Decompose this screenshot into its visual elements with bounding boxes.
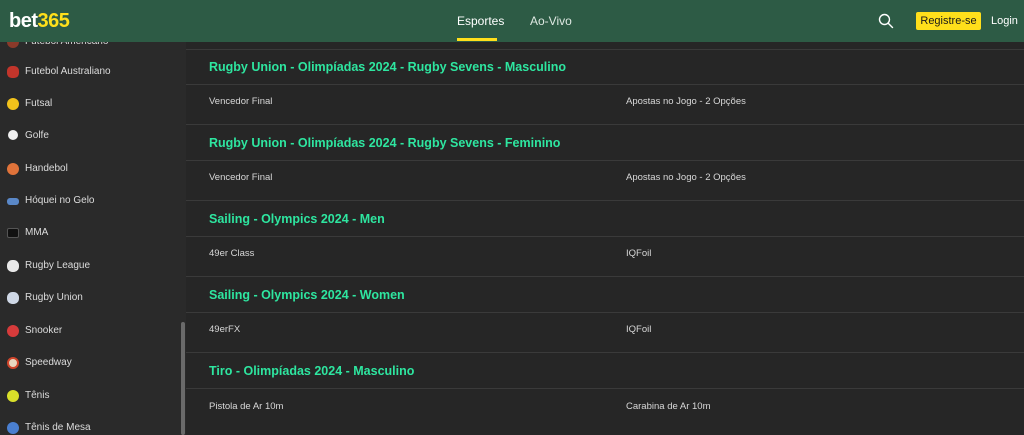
- speedway-helmet-icon: [7, 357, 19, 369]
- snooker-icon: [7, 325, 19, 337]
- sidebar-item-rugby-league[interactable]: Rugby League: [0, 250, 178, 282]
- market-link[interactable]: Apostas no Jogo - 2 Opções: [626, 172, 746, 183]
- sidebar-item-golfe[interactable]: Golfe: [0, 120, 178, 152]
- divider: [186, 352, 1024, 353]
- divider: [186, 276, 1024, 277]
- register-button[interactable]: Registre-se: [916, 12, 981, 30]
- golf-icon: [8, 130, 18, 140]
- competition-title[interactable]: Rugby Union - Olimpíadas 2024 - Rugby Se…: [209, 136, 560, 150]
- divider: [186, 388, 1024, 389]
- sidebar-scrollbar-thumb[interactable]: [181, 322, 185, 435]
- divider: [186, 312, 1024, 313]
- market-link[interactable]: 49er Class: [209, 248, 254, 259]
- top-bar: bet365 Esportes Ao-Vivo Registre-se Logi…: [0, 0, 1024, 42]
- sidebar-item-snooker[interactable]: Snooker: [0, 315, 178, 347]
- market-link[interactable]: Carabina de Ar 10m: [626, 401, 711, 412]
- divider: [186, 124, 1024, 125]
- logo-text-365: 365: [37, 10, 70, 32]
- sidebar-item-futsal[interactable]: Futsal: [0, 88, 178, 120]
- market-link[interactable]: Pistola de Ar 10m: [209, 401, 283, 412]
- sidebar-item-rugby-union[interactable]: Rugby Union: [0, 282, 178, 314]
- american-football-icon: [7, 42, 19, 48]
- rugby-union-ball-icon: [7, 292, 19, 304]
- tab-esportes[interactable]: Esportes: [457, 0, 504, 42]
- sidebar-item-label: Tênis de Mesa: [25, 422, 91, 433]
- divider: [186, 49, 1024, 50]
- sidebar-item-label: Hóquei no Gelo: [25, 195, 95, 206]
- divider: [186, 160, 1024, 161]
- competition-title[interactable]: Sailing - Olympics 2024 - Women: [209, 288, 405, 302]
- active-tab-underline: [457, 38, 497, 41]
- sidebar-item-tenis[interactable]: Tênis: [0, 380, 178, 412]
- market-link[interactable]: Vencedor Final: [209, 96, 272, 107]
- sidebar-item-speedway[interactable]: Speedway: [0, 347, 178, 379]
- sidebar-item-label: Rugby Union: [25, 292, 83, 303]
- competition-title[interactable]: Tiro - Olimpíadas 2024 - Masculino: [209, 364, 414, 378]
- tab-ao-vivo[interactable]: Ao-Vivo: [530, 0, 572, 42]
- competition-title[interactable]: Sailing - Olympics 2024 - Men: [209, 212, 385, 226]
- bet365-logo[interactable]: bet365: [9, 10, 70, 32]
- sidebar-item-label: Rugby League: [25, 260, 91, 271]
- sidebar-item-label: Speedway: [25, 357, 72, 368]
- sidebar-item-tenis-de-mesa[interactable]: Tênis de Mesa: [0, 412, 178, 435]
- sidebar-item-futebol-australiano[interactable]: Futebol Australiano: [0, 56, 178, 88]
- ice-hockey-puck-icon: [7, 198, 19, 205]
- table-tennis-icon: [7, 422, 19, 434]
- competition-title[interactable]: Rugby Union - Olimpíadas 2024 - Rugby Se…: [209, 60, 566, 74]
- sidebar-item-mma[interactable]: MMA: [0, 217, 178, 249]
- sidebar-item-label: Golfe: [25, 130, 49, 141]
- market-link[interactable]: 49erFX: [209, 324, 240, 335]
- tennis-ball-icon: [7, 390, 19, 402]
- mma-icon: [7, 228, 19, 238]
- sidebar-item-label: Futsal: [25, 98, 53, 109]
- search-icon[interactable]: [878, 13, 894, 29]
- market-link[interactable]: IQFoil: [626, 248, 651, 259]
- sidebar-item-label: Tênis: [25, 390, 50, 401]
- sidebar-item-label: MMA: [25, 227, 49, 238]
- market-link[interactable]: Apostas no Jogo - 2 Opções: [626, 96, 746, 107]
- australian-football-icon: [7, 66, 19, 78]
- sidebar-item-label: Handebol: [25, 163, 68, 174]
- logo-text-bet: bet: [9, 10, 38, 32]
- sidebar-item-label: Snooker: [25, 325, 63, 336]
- futsal-ball-icon: [7, 98, 19, 110]
- market-link[interactable]: IQFoil: [626, 324, 651, 335]
- divider: [186, 84, 1024, 85]
- market-link[interactable]: Vencedor Final: [209, 172, 272, 183]
- divider: [186, 236, 1024, 237]
- sidebar-item-label: Futebol Australiano: [25, 66, 111, 77]
- sidebar-item-hoquei-no-gelo[interactable]: Hóquei no Gelo: [0, 185, 178, 217]
- sports-sidebar: Futebol Americano Futebol Australiano Fu…: [0, 42, 186, 435]
- handball-icon: [7, 163, 19, 175]
- sidebar-item-handebol[interactable]: Handebol: [0, 153, 178, 185]
- login-link[interactable]: Login: [991, 12, 1018, 30]
- rugby-league-ball-icon: [7, 260, 19, 272]
- divider: [186, 200, 1024, 201]
